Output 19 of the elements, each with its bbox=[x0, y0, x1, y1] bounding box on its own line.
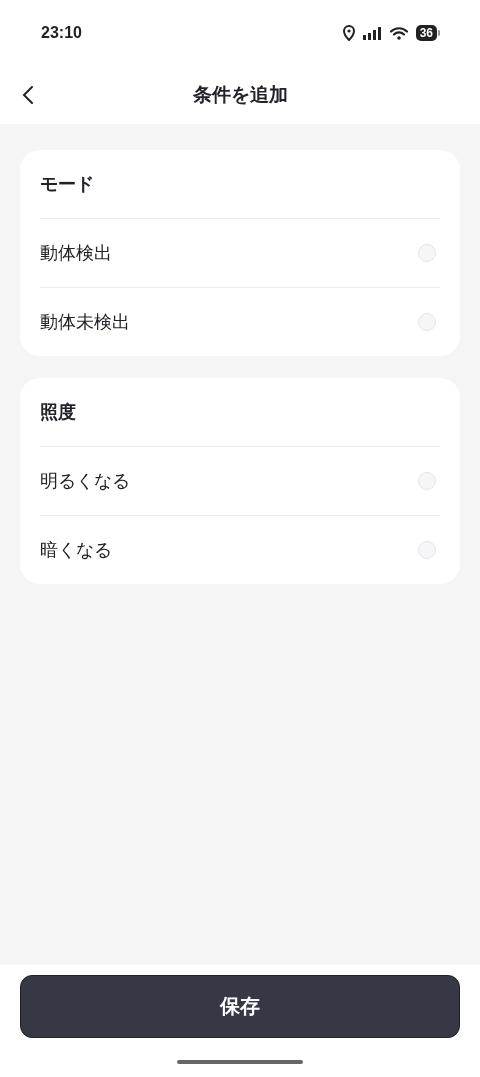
radio-button[interactable] bbox=[418, 244, 436, 262]
radio-button[interactable] bbox=[418, 541, 436, 559]
section-title: モード bbox=[40, 173, 95, 196]
section-title: 照度 bbox=[40, 401, 77, 424]
back-icon bbox=[22, 85, 34, 105]
option-row[interactable]: 明るくなる bbox=[40, 446, 440, 515]
location-icon bbox=[342, 25, 355, 41]
save-button[interactable]: 保存 bbox=[20, 975, 460, 1038]
page-title: 条件を追加 bbox=[192, 83, 288, 107]
radio-button[interactable] bbox=[418, 313, 436, 331]
battery-level: 36 bbox=[415, 25, 437, 41]
status-time: 23:10 bbox=[41, 24, 83, 42]
home-indicator[interactable] bbox=[177, 1060, 303, 1064]
wifi-icon bbox=[389, 26, 408, 40]
radio-button[interactable] bbox=[418, 472, 436, 490]
signal-icon bbox=[362, 26, 382, 40]
option-row[interactable]: 動体検出 bbox=[40, 218, 440, 287]
option-row[interactable]: 動体未検出 bbox=[40, 287, 440, 356]
option-row[interactable]: 暗くなる bbox=[40, 515, 440, 584]
